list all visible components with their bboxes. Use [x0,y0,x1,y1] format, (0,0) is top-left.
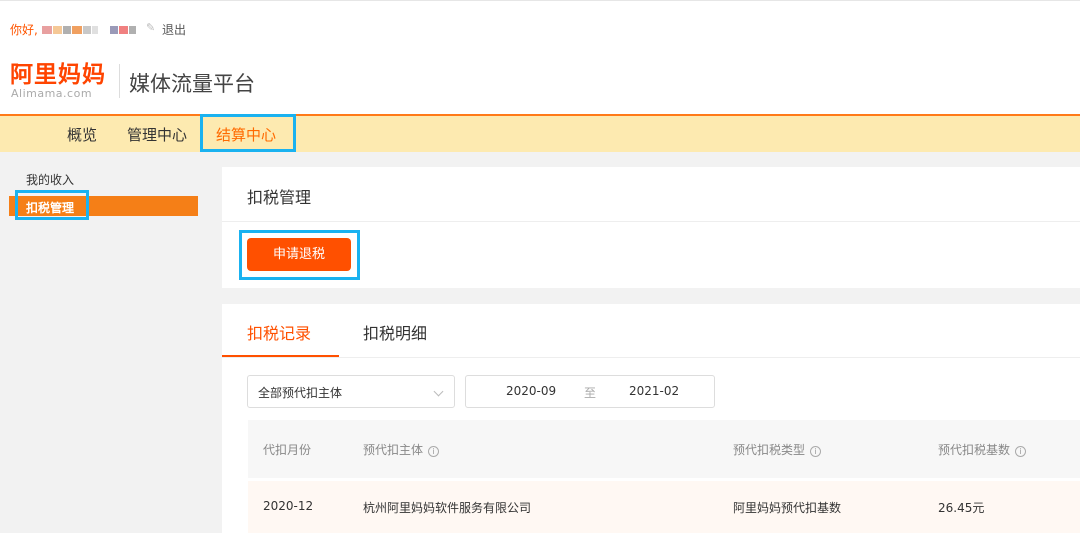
redaction-block [92,26,98,34]
table-row[interactable]: 2020-12 杭州阿里妈妈软件服务有限公司 阿里妈妈预代扣基数 26.45元 [248,481,1080,533]
sidebar-item-income[interactable]: 我的收入 [26,171,74,188]
cell-tax-base: 26.45元 [938,501,985,515]
cell-month: 2020-12 [263,499,314,513]
edit-icon[interactable]: ✎ [146,21,155,34]
apply-tax-refund-button[interactable]: 申请退税 [247,238,351,271]
redaction-block [83,26,91,34]
tab-divider [222,357,1080,358]
logout-link[interactable]: 退出 [162,21,186,38]
redaction-block [129,26,136,34]
chevron-down-icon [433,386,444,397]
card-title: 扣税管理 [247,188,312,207]
date-end[interactable]: 2021-02 [629,384,679,398]
platform-title: 媒体流量平台 [129,72,255,96]
alimama-logo[interactable]: 阿里妈妈 [10,62,106,88]
redaction-block [42,26,52,34]
greeting-text: 你好, [10,23,38,37]
tax-management-card: 扣税管理 [222,167,1080,288]
date-separator: 至 [584,386,597,400]
brand-divider [119,64,120,98]
cell-entity: 杭州阿里妈妈软件服务有限公司 [363,501,532,515]
info-icon[interactable]: i [1015,446,1027,457]
main-nav: 概览 管理中心 结算中心 [0,114,1080,152]
column-header-tax-base: 预代扣税基数 i [938,441,1027,458]
tab-tax-details[interactable]: 扣税明细 [363,320,427,344]
date-range-picker[interactable]: 2020-09 至 2021-02 [465,375,715,408]
redaction-block [119,26,128,34]
redaction-block [110,26,118,34]
redaction-block [72,26,82,34]
tab-tax-records[interactable]: 扣税记录 [247,320,311,344]
withholding-entity-select[interactable]: 全部预代扣主体 [247,375,455,408]
redaction-block [63,26,71,34]
cell-tax-type: 阿里妈妈预代扣基数 [733,501,842,515]
column-header-tax-type: 预代扣税类型 i [733,441,822,458]
redaction-block [53,26,62,34]
info-icon[interactable]: i [810,446,822,457]
username-redacted [42,26,137,34]
card-divider [222,221,1080,222]
active-tab-underline [222,355,339,357]
alimama-logo-en: Alimama.com [11,87,93,100]
top-bar: 你好, ✎ 退出 [0,0,1080,56]
info-icon[interactable]: i [428,446,440,457]
nav-item-settlement[interactable]: 结算中心 [216,124,276,145]
table-header: 代扣月份 预代扣主体 i 预代扣税类型 i 预代扣税基数 i [248,420,1080,478]
column-header-month: 代扣月份 [263,443,312,457]
date-start[interactable]: 2020-09 [506,384,556,398]
sidebar-item-tax-management[interactable]: 扣税管理 [26,199,74,216]
nav-item-management[interactable]: 管理中心 [127,124,187,145]
select-value: 全部预代扣主体 [258,386,343,400]
nav-item-overview[interactable]: 概览 [67,124,97,145]
column-header-entity: 预代扣主体 i [363,441,440,458]
